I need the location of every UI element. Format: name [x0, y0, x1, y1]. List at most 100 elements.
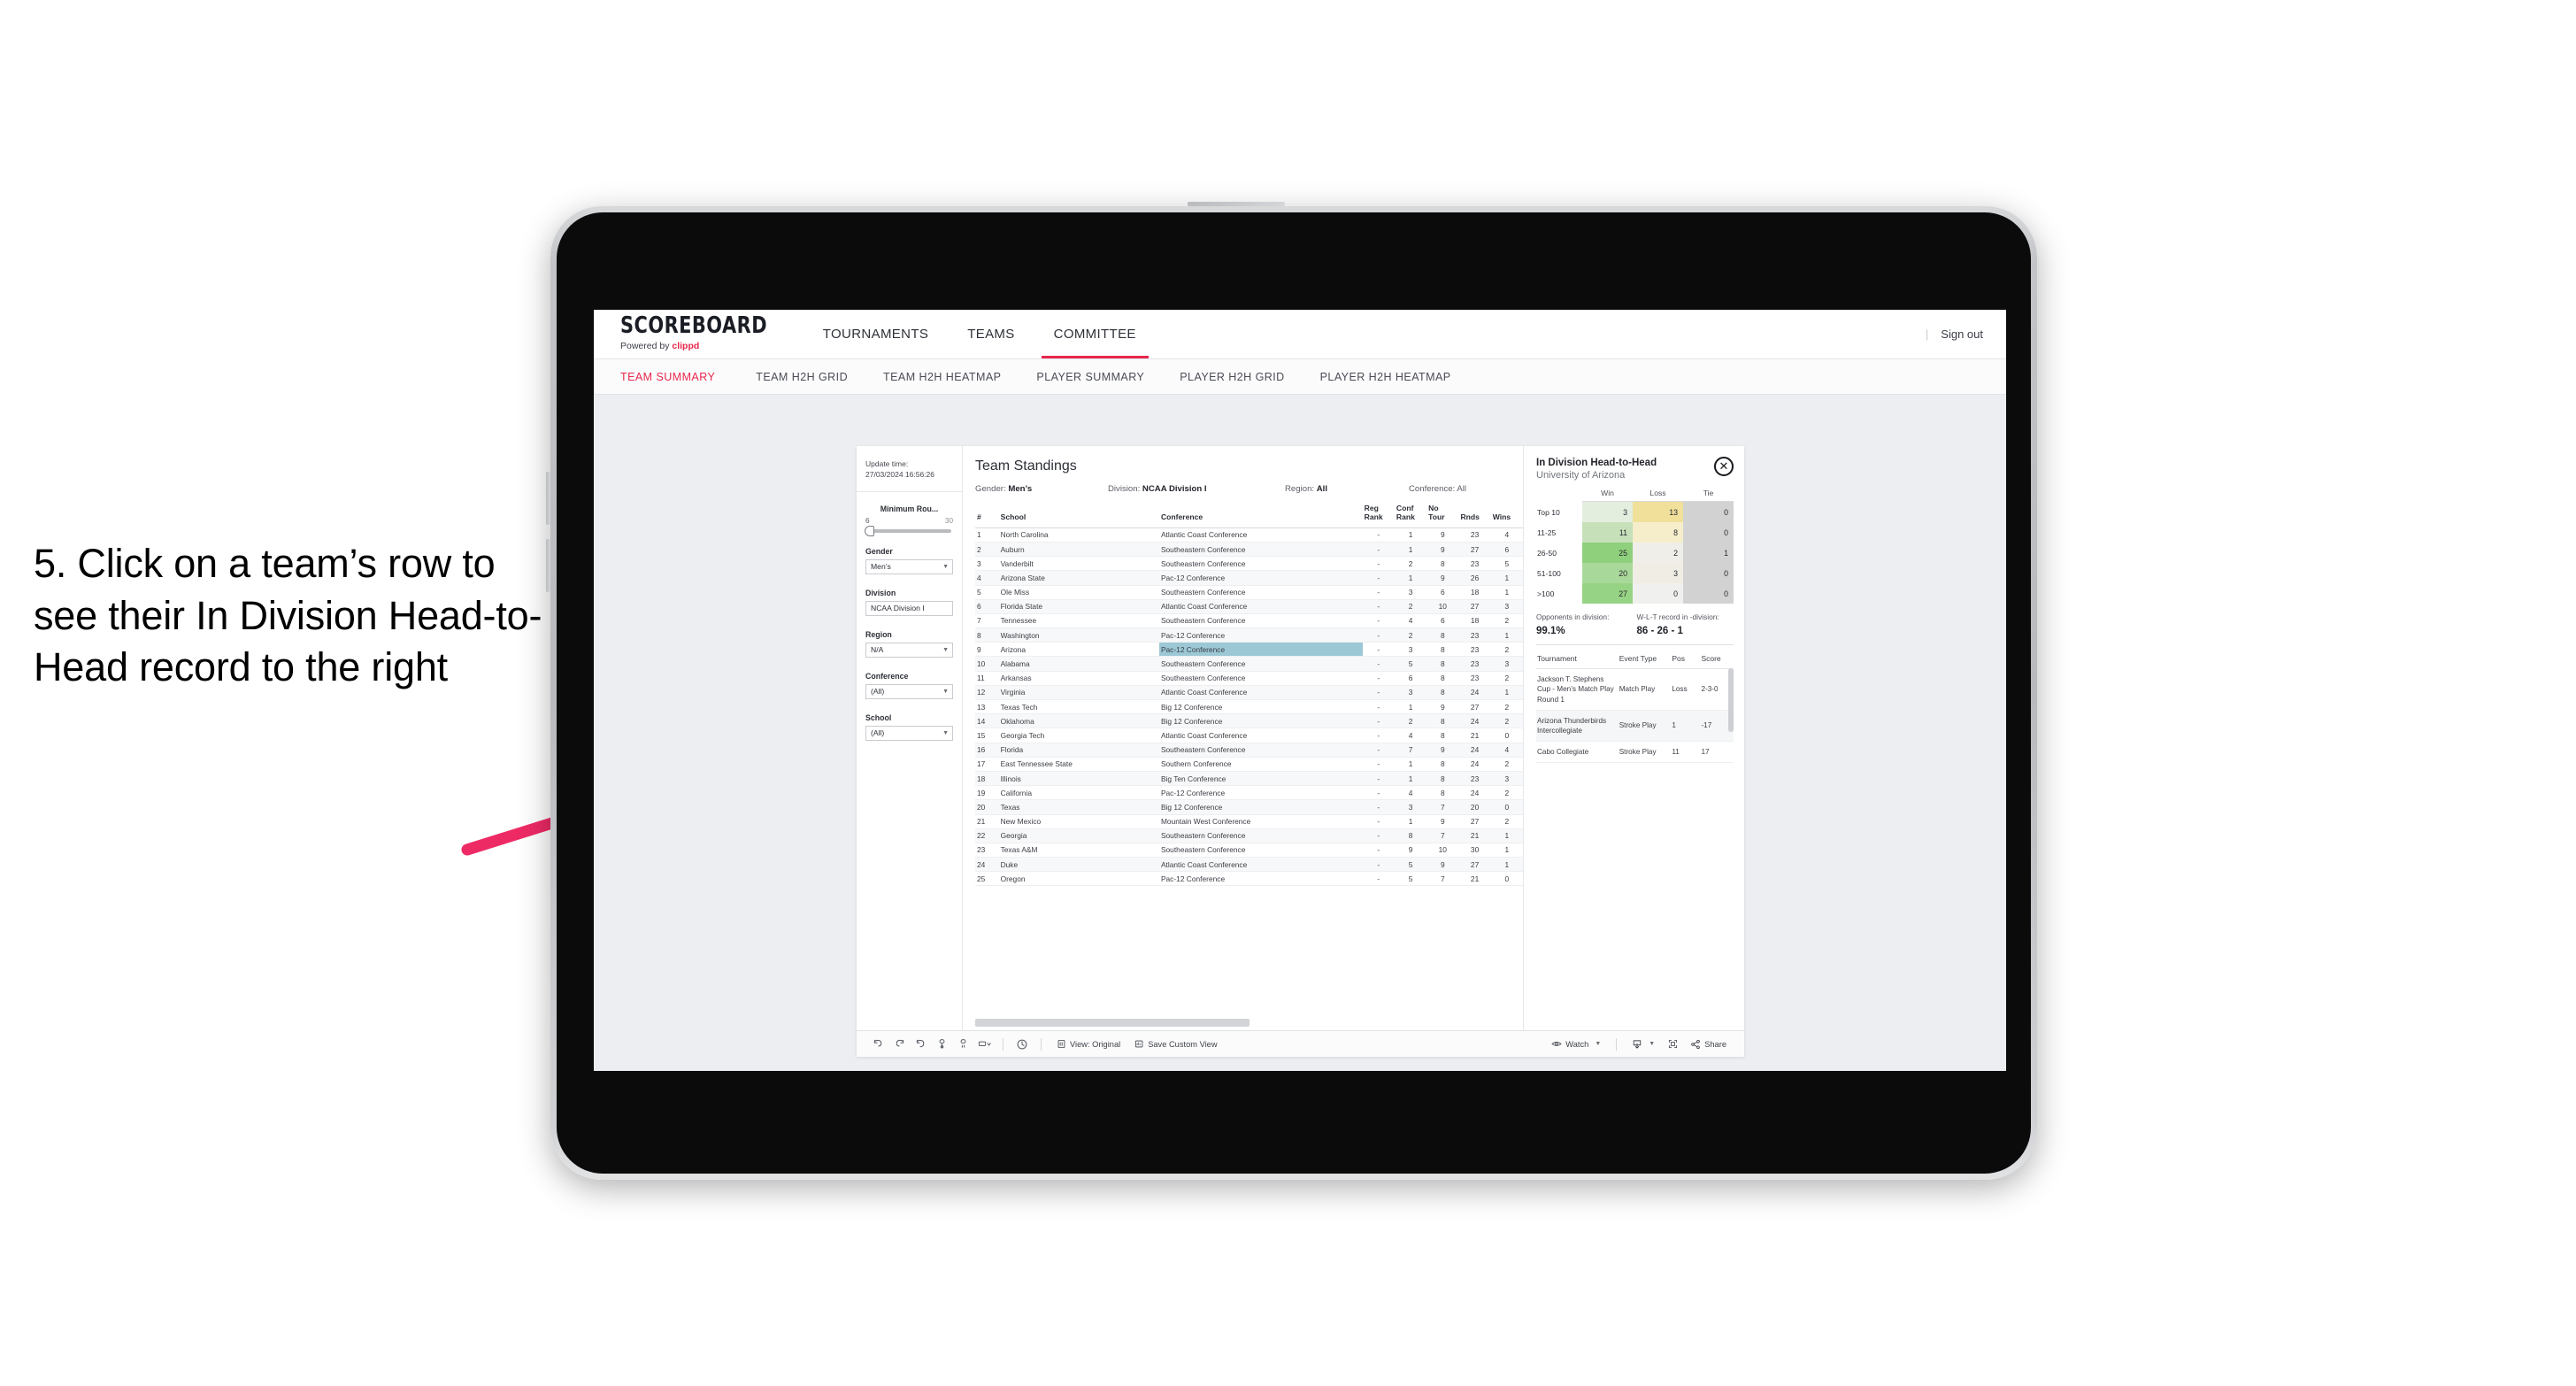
- redo-icon[interactable]: [888, 1036, 910, 1053]
- school-select[interactable]: (All) ▼: [865, 725, 953, 741]
- cell-wins: 1: [1490, 628, 1523, 643]
- table-row[interactable]: 24 Duke Atlantic Coast Conference -5 9 27 1: [975, 857, 1523, 873]
- chip-region-label: Region:: [1285, 484, 1317, 494]
- table-row[interactable]: 9 Arizona Pac-12 Conference -3 8 23 2: [975, 642, 1523, 658]
- cell-conference: Southeastern Conference: [1158, 542, 1363, 558]
- table-row[interactable]: 19 California Pac-12 Conference -4 8 24 2: [975, 785, 1523, 801]
- table-row[interactable]: 20 Texas Big 12 Conference -3 7 20 0: [975, 799, 1523, 815]
- table-row[interactable]: 21 New Mexico Mountain West Conference -1 9 2…: [975, 814, 1523, 829]
- min-rounds-slider-thumb[interactable]: [865, 525, 874, 536]
- cell-wins: 2: [1490, 785, 1523, 801]
- cell-conference: Big Ten Conference: [1158, 771, 1363, 787]
- subnav-player-h2h-grid[interactable]: PLAYER H2H GRID: [1162, 371, 1302, 383]
- cell-school: Georgia: [998, 828, 1159, 843]
- h2h-col-band: [1536, 489, 1582, 502]
- cell-wins: 4: [1490, 743, 1523, 758]
- cell-reg-rank: -: [1362, 599, 1395, 614]
- table-row[interactable]: 25 Oregon Pac-12 Conference -5 7 21 0: [975, 871, 1523, 887]
- table-row[interactable]: 5 Ole Miss Southeastern Conference -3 6 18 1: [975, 585, 1523, 600]
- watch-button[interactable]: Watch ▼: [1544, 1039, 1608, 1049]
- table-row[interactable]: 23 Texas A&M Southeastern Conference -9 10 30…: [975, 843, 1523, 859]
- col-reg-rank[interactable]: Reg Rank: [1362, 502, 1395, 528]
- col-score: Score: [1700, 649, 1734, 670]
- brand-title: SCOREBOARD: [620, 312, 768, 339]
- cell-reg-rank: -: [1362, 656, 1395, 672]
- table-row[interactable]: 12 Virginia Atlantic Coast Conference -3 8 24…: [975, 685, 1523, 701]
- nav-tournaments[interactable]: TOURNAMENTS: [804, 310, 948, 358]
- cell-reg-rank: -: [1362, 785, 1395, 801]
- h2h-loss-cell: 0: [1633, 583, 1683, 604]
- table-row[interactable]: 8 Washington Pac-12 Conference -2 8 23 1: [975, 628, 1523, 643]
- region-select[interactable]: N/A ▼: [865, 642, 953, 658]
- min-rounds-slider[interactable]: [865, 525, 951, 536]
- table-row[interactable]: 3 Vanderbilt Southeastern Conference -2 8 23 5: [975, 556, 1523, 572]
- chip-conference: Conference: All: [1409, 484, 1466, 494]
- fullscreen-icon[interactable]: [1662, 1036, 1683, 1053]
- table-row[interactable]: 22 Georgia Southeastern Conference -8 7 21 1: [975, 828, 1523, 843]
- nav-committee[interactable]: COMMITTEE: [1034, 310, 1156, 358]
- sign-out-link[interactable]: Sign out: [1941, 327, 1983, 341]
- watch-label: Watch: [1565, 1039, 1589, 1049]
- cell-no-tour: 8: [1426, 556, 1459, 572]
- table-row[interactable]: 1 North Carolina Atlantic Coast Conference…: [975, 527, 1523, 543]
- cell-rank: 23: [975, 843, 999, 859]
- horizontal-scrollbar[interactable]: [975, 1019, 1250, 1027]
- table-row[interactable]: 11 Arkansas Southeastern Conference -6 8 23 2: [975, 671, 1523, 686]
- view-original-button[interactable]: View: Original: [1050, 1039, 1127, 1049]
- pause-updates-icon[interactable]: [952, 1036, 973, 1053]
- cell-reg-rank: -: [1362, 713, 1395, 729]
- table-row[interactable]: 18 Illinois Big Ten Conference -1 8 23 3: [975, 771, 1523, 787]
- table-row[interactable]: 17 East Tennessee State Southern Conferenc…: [975, 757, 1523, 772]
- save-custom-view-button[interactable]: Save Custom View: [1127, 1039, 1224, 1049]
- table-row[interactable]: 14 Oklahoma Big 12 Conference -2 8 24 2: [975, 713, 1523, 729]
- table-row[interactable]: 10 Alabama Southeastern Conference -5 8 23 3: [975, 656, 1523, 672]
- table-row[interactable]: 4 Arizona State Pac-12 Conference -1 9 26 1: [975, 570, 1523, 586]
- share-button[interactable]: Share: [1683, 1039, 1734, 1050]
- cell-rnds: 24: [1458, 757, 1491, 772]
- table-row[interactable]: 16 Florida Southeastern Conference -7 9 24 4: [975, 743, 1523, 758]
- table-row[interactable]: 13 Texas Tech Big 12 Conference -1 9 27 2: [975, 699, 1523, 715]
- revert-icon[interactable]: [910, 1036, 931, 1053]
- h2h-col-win: Win: [1582, 489, 1633, 503]
- h2h-row: 11-25 11 8 0: [1536, 522, 1734, 543]
- brand-logo[interactable]: SCOREBOARD Powered by clippd: [620, 310, 791, 358]
- subnav-team-summary[interactable]: TEAM SUMMARY: [620, 371, 738, 383]
- toolbar-right-group: Watch ▼ ▼ Share: [1544, 1036, 1734, 1053]
- cell-wins: 2: [1490, 642, 1523, 658]
- table-row[interactable]: 2 Auburn Southeastern Conference -1 9 27 6: [975, 542, 1523, 558]
- subnav-player-summary[interactable]: PLAYER SUMMARY: [1019, 371, 1162, 383]
- col-wins[interactable]: Wins: [1490, 502, 1523, 528]
- highlight-icon[interactable]: [973, 1036, 995, 1053]
- col-rnds[interactable]: Rnds: [1458, 502, 1491, 528]
- table-row[interactable]: 15 Georgia Tech Atlantic Coast Conference -…: [975, 728, 1523, 743]
- gender-select[interactable]: Men’s ▼: [865, 558, 953, 574]
- cell-school: Tennessee: [998, 613, 1159, 629]
- undo-icon[interactable]: [867, 1036, 888, 1053]
- subnav-team-h2h-grid[interactable]: TEAM H2H GRID: [738, 371, 865, 383]
- download-button[interactable]: ▼: [1625, 1039, 1662, 1050]
- cell-conference: Southeastern Conference: [1158, 828, 1363, 843]
- table-row[interactable]: 7 Tennessee Southeastern Conference -4 6 18 2: [975, 613, 1523, 629]
- col-no-tour[interactable]: No Tour: [1426, 502, 1459, 528]
- cell-wins: 5: [1490, 556, 1523, 572]
- cell-wins: 0: [1490, 871, 1523, 887]
- cell-conference: Southeastern Conference: [1158, 613, 1363, 629]
- division-select[interactable]: NCAA Division I: [865, 600, 953, 616]
- tournament-scrollbar[interactable]: [1728, 668, 1734, 733]
- update-time-label: Update time:: [865, 459, 909, 468]
- col-rank[interactable]: #: [975, 502, 999, 528]
- refresh-data-icon[interactable]: [931, 1036, 952, 1053]
- pause-auto-update-icon[interactable]: [1011, 1036, 1033, 1053]
- nav-teams[interactable]: TEAMS: [948, 310, 1034, 358]
- subnav-team-h2h-heatmap[interactable]: TEAM H2H HEATMAP: [865, 371, 1019, 383]
- close-icon[interactable]: ✕: [1714, 457, 1734, 476]
- subnav-player-h2h-heatmap[interactable]: PLAYER H2H HEATMAP: [1303, 371, 1469, 383]
- col-school[interactable]: School: [998, 502, 1159, 528]
- col-conference[interactable]: Conference: [1158, 502, 1363, 528]
- col-conf-rank[interactable]: Conf Rank: [1394, 502, 1427, 528]
- cell-conf-rank: 2: [1394, 599, 1427, 614]
- conference-select[interactable]: (All) ▼: [865, 683, 953, 699]
- instruction-caption: 5. Click on a team’s row to see their In…: [34, 541, 542, 689]
- table-row[interactable]: 6 Florida State Atlantic Coast Conference -…: [975, 599, 1523, 614]
- cell-conf-rank: 2: [1394, 628, 1427, 643]
